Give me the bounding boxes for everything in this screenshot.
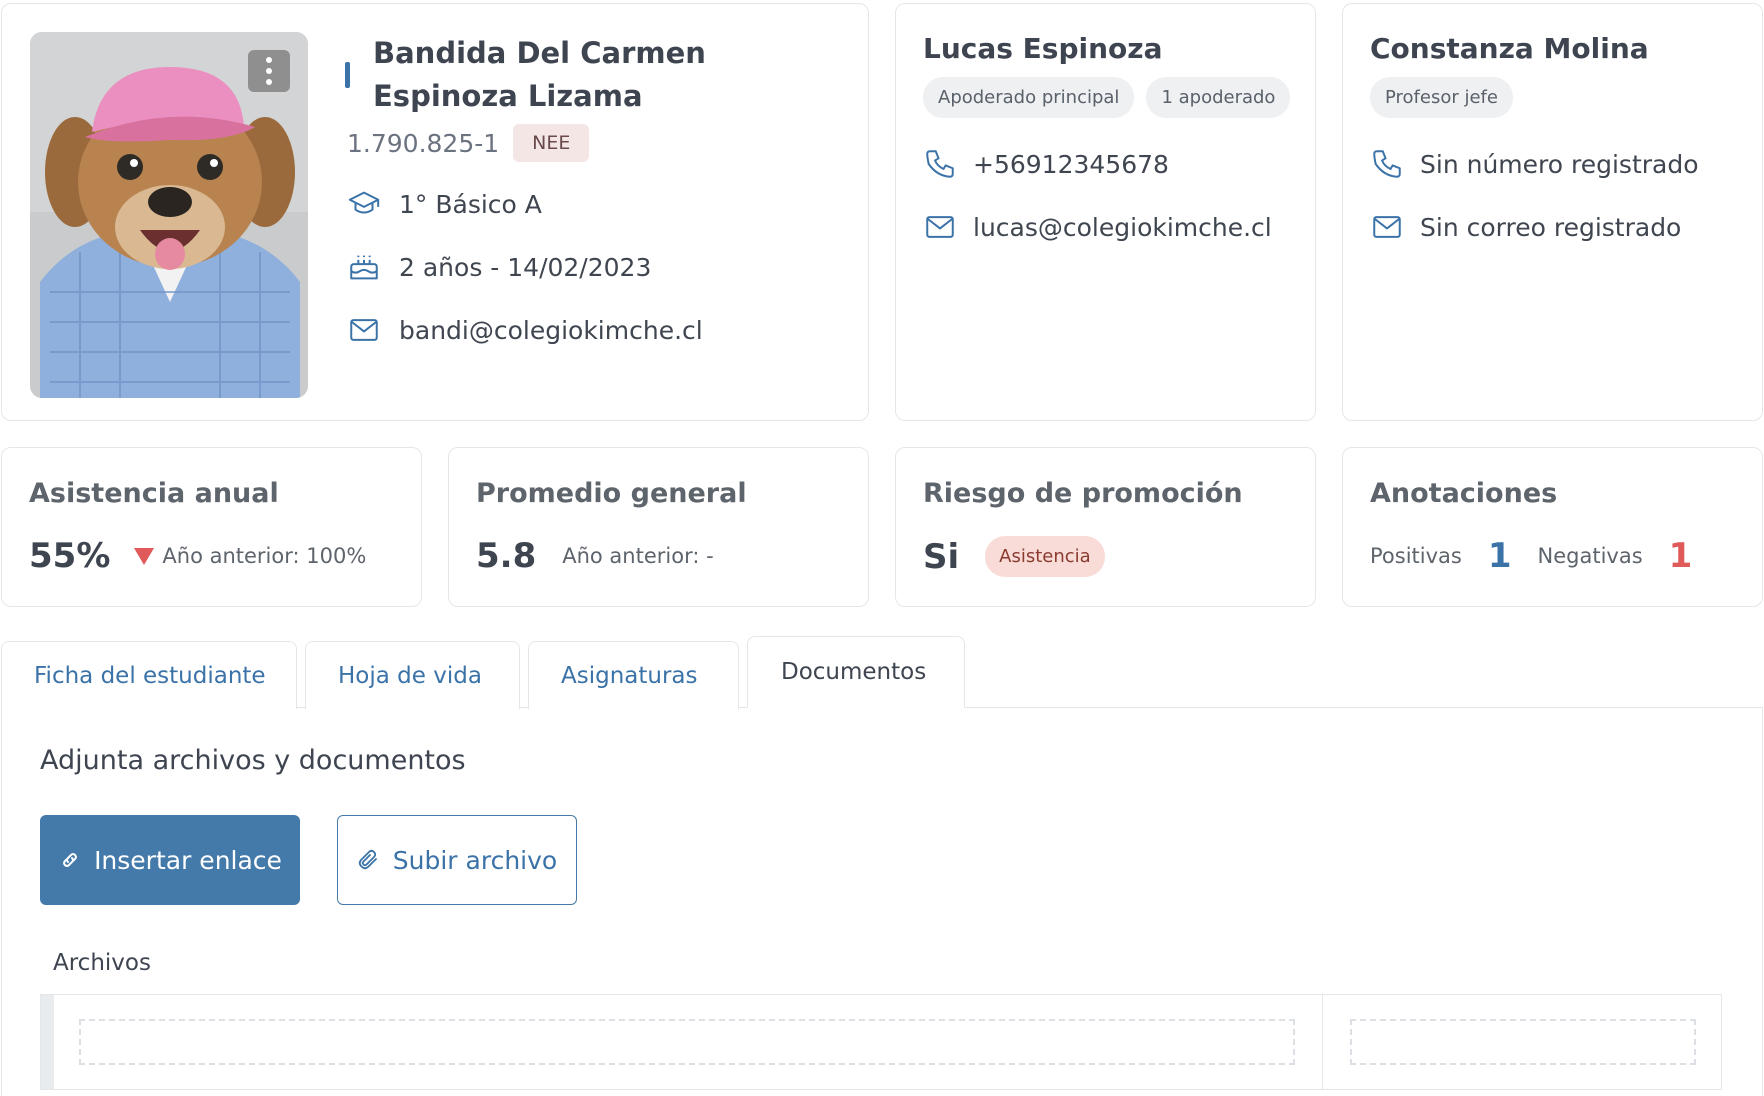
paperclip-icon bbox=[358, 849, 377, 870]
attendance-title: Asistencia anual bbox=[29, 478, 279, 509]
teacher-email-row: Sin correo registrado bbox=[1370, 210, 1681, 244]
name-accent-bar bbox=[345, 62, 350, 88]
student-rut: 1.790.825-1 bbox=[347, 128, 500, 158]
teacher-name: Constanza Molina bbox=[1370, 32, 1649, 65]
phone-icon bbox=[926, 150, 954, 178]
dot bbox=[266, 57, 272, 63]
guardian-tags: Apoderado principal 1 apoderado bbox=[923, 77, 1291, 118]
link-icon bbox=[63, 853, 78, 867]
documents-section-title: Adjunta archivos y documentos bbox=[40, 745, 466, 776]
upload-file-label: Subir archivo bbox=[392, 845, 558, 875]
positive-count: 1 bbox=[1487, 536, 1512, 576]
guardian-card: Lucas Espinoza Apoderado principal 1 apo… bbox=[895, 3, 1316, 421]
tab-resume[interactable]: Hoja de vida bbox=[305, 641, 520, 709]
risk-reason-badge: Asistencia bbox=[985, 536, 1105, 577]
phone-icon bbox=[1373, 150, 1401, 178]
annotations-values: Positivas 1 Negativas 1 bbox=[1370, 536, 1718, 576]
teacher-phone-row: Sin número registrado bbox=[1370, 147, 1699, 181]
guardian-name: Lucas Espinoza bbox=[923, 32, 1163, 65]
average-value: 5.8 bbox=[476, 536, 537, 576]
tab-subjects[interactable]: Asignaturas bbox=[528, 641, 739, 709]
mail-icon bbox=[1373, 216, 1401, 238]
positive-label: Positivas bbox=[1370, 544, 1462, 568]
student-name: Bandida Del Carmen Espinoza Lizama bbox=[373, 36, 706, 113]
guardian-tag: Apoderado principal bbox=[923, 77, 1135, 118]
teacher-card: Constanza Molina Profesor jefe Sin númer… bbox=[1342, 3, 1763, 421]
files-label: Archivos bbox=[53, 950, 151, 976]
attendance-value: 55% bbox=[29, 536, 111, 576]
student-age-birthdate: 2 años - 14/02/2023 bbox=[399, 252, 652, 282]
insert-link-label: Insertar enlace bbox=[94, 845, 282, 875]
negative-label: Negativas bbox=[1537, 544, 1643, 568]
average-stat-card: Promedio general 5.8 Año anterior: - bbox=[448, 447, 869, 607]
student-email[interactable]: bandi@colegiokimche.cl bbox=[399, 316, 703, 345]
student-course-row: 1° Básico A bbox=[347, 187, 542, 221]
guardian-phone[interactable]: +56912345678 bbox=[973, 150, 1169, 179]
student-birth-row: 2 años - 14/02/2023 bbox=[347, 250, 651, 284]
negative-count: 1 bbox=[1668, 536, 1693, 576]
teacher-tag: Profesor jefe bbox=[1370, 77, 1513, 118]
dot bbox=[266, 79, 272, 85]
teacher-phone: Sin número registrado bbox=[1420, 149, 1699, 179]
insert-link-button[interactable]: Insertar enlace bbox=[40, 815, 300, 905]
mail-icon bbox=[926, 216, 954, 238]
nee-badge: NEE bbox=[513, 124, 590, 162]
teacher-tags: Profesor jefe bbox=[1370, 77, 1513, 118]
risk-values: Si Asistencia bbox=[923, 536, 1105, 577]
average-values: 5.8 Año anterior: - bbox=[476, 536, 714, 576]
guardian-email-row: lucas@colegiokimche.cl bbox=[923, 210, 1272, 244]
file-action-placeholder bbox=[1350, 1019, 1696, 1065]
attendance-stat-card: Asistencia anual 55% Año anterior: 100% bbox=[1, 447, 422, 607]
decrease-arrow-icon bbox=[134, 547, 155, 565]
promotion-risk-stat-card: Riesgo de promoción Si Asistencia bbox=[895, 447, 1316, 607]
guardian-tag: 1 apoderado bbox=[1146, 77, 1291, 118]
risk-value: Si bbox=[923, 536, 960, 577]
files-table bbox=[40, 994, 1722, 1090]
guardian-email[interactable]: lucas@colegiokimche.cl bbox=[973, 213, 1272, 242]
average-title: Promedio general bbox=[476, 478, 747, 509]
student-rut-row: 1.790.825-1 NEE bbox=[347, 124, 590, 162]
files-column-divider bbox=[1322, 995, 1323, 1089]
student-photo bbox=[30, 32, 308, 398]
guardian-phone-row: +56912345678 bbox=[923, 147, 1169, 181]
student-course: 1° Básico A bbox=[399, 189, 542, 219]
photo-options-button[interactable] bbox=[248, 50, 290, 92]
attendance-values: 55% Año anterior: 100% bbox=[29, 536, 366, 576]
annotations-title: Anotaciones bbox=[1370, 478, 1558, 509]
risk-title: Riesgo de promoción bbox=[923, 478, 1243, 509]
birthday-cake-icon bbox=[350, 255, 378, 280]
tab-documents[interactable]: Documentos bbox=[747, 636, 965, 708]
file-placeholder bbox=[79, 1019, 1295, 1065]
dot bbox=[266, 68, 272, 74]
upload-file-button[interactable]: Subir archivo bbox=[337, 815, 577, 905]
student-profile-card: Bandida Del Carmen Espinoza Lizama 1.790… bbox=[1, 3, 869, 421]
teacher-email: Sin correo registrado bbox=[1420, 212, 1682, 242]
annotations-stat-card: Anotaciones Positivas 1 Negativas 1 bbox=[1342, 447, 1763, 607]
files-row-accent bbox=[41, 995, 54, 1089]
tab-student-record[interactable]: Ficha del estudiante bbox=[1, 641, 297, 709]
graduation-cap-icon bbox=[348, 191, 380, 214]
student-email-row: bandi@colegiokimche.cl bbox=[347, 313, 703, 347]
attendance-previous: Año anterior: 100% bbox=[162, 544, 367, 568]
average-previous: Año anterior: - bbox=[562, 544, 714, 568]
mail-icon bbox=[350, 319, 378, 341]
